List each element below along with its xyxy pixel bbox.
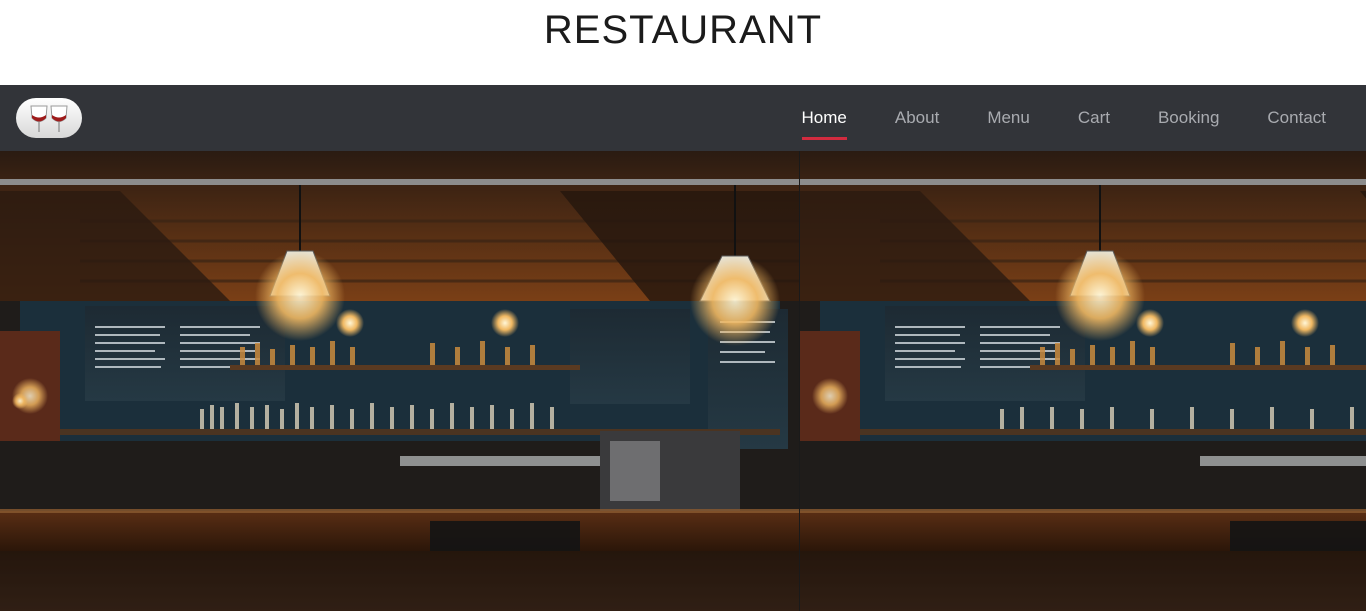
hero-banner xyxy=(0,151,1366,611)
site-title: RESTAURANT xyxy=(543,8,823,52)
hero-image xyxy=(0,151,800,611)
nav-home[interactable]: Home xyxy=(778,85,871,151)
hero-image xyxy=(799,151,1366,611)
navbar: Home About Menu Cart Booking Contact xyxy=(0,85,1366,151)
nav-about[interactable]: About xyxy=(871,85,963,151)
site-header: RESTAURANT xyxy=(0,0,1366,85)
logo[interactable] xyxy=(16,98,82,138)
nav-contact[interactable]: Contact xyxy=(1243,85,1350,151)
nav-menu[interactable]: Menu xyxy=(963,85,1054,151)
main-nav: Home About Menu Cart Booking Contact xyxy=(778,85,1350,151)
nav-cart[interactable]: Cart xyxy=(1054,85,1134,151)
wine-glasses-icon xyxy=(30,105,68,132)
nav-booking[interactable]: Booking xyxy=(1134,85,1243,151)
